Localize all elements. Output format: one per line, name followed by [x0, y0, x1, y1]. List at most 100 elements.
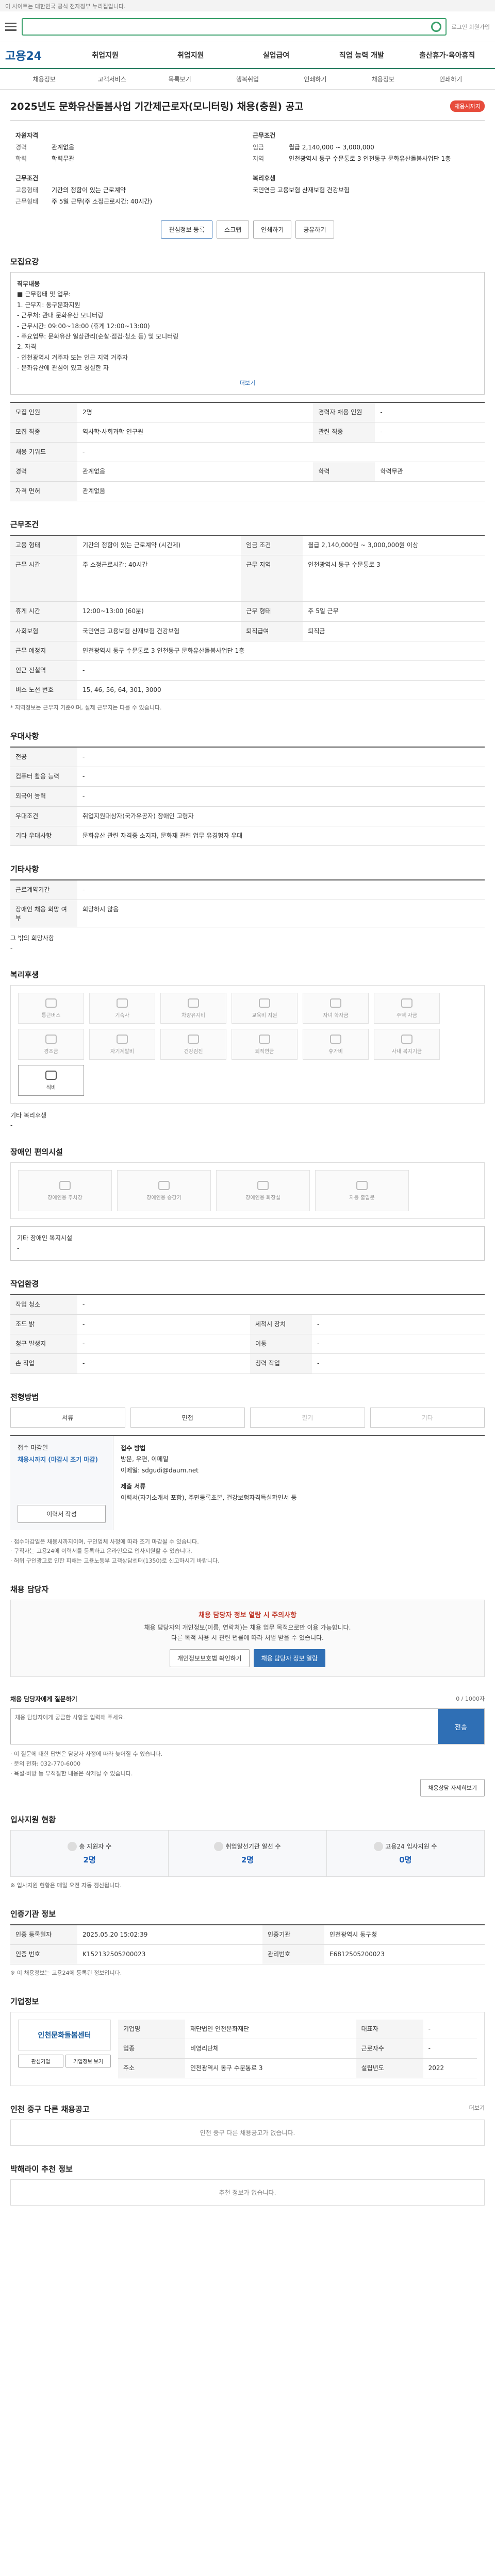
- section-title: 전형방법: [10, 1392, 39, 1402]
- section-disability: 장애인 편의시설 장애인용 주차장 장애인용 승강기 장애인용 화장실 자동 출…: [10, 1146, 485, 1261]
- table-row: 경력 관계없음 학력 학력무관: [10, 462, 485, 482]
- sub-nav-item[interactable]: 인쇄하기: [282, 75, 349, 83]
- summary-key: 학력: [15, 155, 27, 162]
- row-value: 퇴직금: [303, 621, 485, 641]
- facility-label: 장애인용 승강기: [146, 1195, 182, 1201]
- more-link[interactable]: 더보기: [469, 2104, 485, 2120]
- welfare-item: 주택 자금: [374, 993, 440, 1024]
- section-question: 채용 담당자에게 질문하기 0 / 1000자 전송 · 이 질문에 대한 답변…: [10, 1694, 485, 1797]
- row-value: -: [77, 1334, 250, 1354]
- row-key: 장애인 채용 희망 여부: [10, 900, 77, 928]
- table-row: 모집 인원 2명 경력자 채용 인원 -: [10, 402, 485, 423]
- parking-icon: [59, 1180, 71, 1190]
- pension-icon: [259, 1034, 270, 1044]
- row-value: 희망하지 않음: [77, 900, 485, 928]
- search-input[interactable]: [27, 23, 431, 30]
- row-key: 버스 노선 번호: [10, 680, 77, 701]
- table-row: 업종 비영리단체 근로자수 -: [118, 2039, 477, 2059]
- row-value: 주 5일 근무: [303, 601, 485, 622]
- nav-item[interactable]: 실업급여: [234, 50, 319, 60]
- tab-document[interactable]: 서류: [10, 1407, 125, 1428]
- menu-icon[interactable]: [5, 22, 16, 31]
- view-contact-button[interactable]: 채용 담당자 정보 열람: [253, 1649, 326, 1668]
- sub-nav-item[interactable]: 목록보기: [146, 75, 213, 83]
- nav-item[interactable]: 취업지원: [62, 50, 148, 60]
- table-row: 기업명 재단법인 인천문화재단 대표자 -: [118, 2019, 477, 2039]
- welfare-label: 사내 복지기금: [391, 1048, 422, 1055]
- etc-note: -: [10, 944, 13, 952]
- sub-nav-item[interactable]: 인쇄하기: [417, 75, 485, 83]
- sub-nav-item[interactable]: 채용정보: [349, 75, 417, 83]
- interest-button[interactable]: 관심정보 등록: [161, 221, 213, 239]
- company-info-button[interactable]: 기업정보 보기: [65, 2054, 111, 2067]
- row-value: 2025.05.20 15:02:39: [77, 1924, 262, 1945]
- privacy-law-button[interactable]: 개인정보보호법 확인하기: [169, 1649, 250, 1668]
- nav-item[interactable]: 직업 능력 개발: [319, 50, 404, 60]
- row-key: 경력: [10, 462, 77, 482]
- row-value: -: [375, 402, 485, 423]
- row-value: -: [312, 1353, 485, 1374]
- summary-row: 지역 인천광역시 동구 수문통로 3 인천동구 문화유산돌봄사업단 1층: [253, 154, 480, 163]
- summary-left: 자원자격 경력 관계없음 학력 학력무관 근무조건 고용형태 기간의 정함이 있는 근…: [10, 127, 248, 208]
- search-icon[interactable]: [431, 21, 441, 32]
- sub-nav-item[interactable]: 채용정보: [10, 75, 78, 83]
- welfare-etc-title: 기타 복리후생: [10, 1112, 47, 1120]
- site-logo[interactable]: 고용24: [5, 47, 42, 63]
- scrap-button[interactable]: 스크랩: [217, 221, 250, 239]
- more-link[interactable]: 더보기: [240, 380, 255, 386]
- facility-item: 장애인용 주차장: [18, 1170, 112, 1212]
- row-key: 작업 청소: [10, 1294, 77, 1315]
- desc-line: ■ 근무형태 및 업무:: [17, 291, 71, 298]
- nav-item[interactable]: 취업지원: [148, 50, 234, 60]
- table-row: 인증 등록일자 2025.05.20 15:02:39 인증기관 인천광역시 동구청: [10, 1924, 485, 1945]
- summary-row: 경력 관계없음: [15, 143, 242, 152]
- row-key: 인증 등록일자: [10, 1924, 77, 1945]
- summary-value: 기간의 정함이 있는 근로계약: [52, 187, 126, 194]
- print-button[interactable]: 인쇄하기: [253, 221, 292, 239]
- table-row: 전공 -: [10, 747, 485, 768]
- section-title: 우대사항: [10, 731, 39, 741]
- main-nav: 고용24 취업지원 취업지원 실업급여 직업 능력 개발 출산휴가·육아휴직: [0, 42, 495, 69]
- row-value: -: [312, 1314, 485, 1335]
- welfare-label: 건강검진: [184, 1048, 203, 1055]
- welfare-label: 식비: [46, 1084, 56, 1091]
- summary-key: 근무형태: [15, 198, 39, 205]
- note-line: · 허위 구인광고로 인한 피해는 고용노동부 고객상담센터(1350)로 신고…: [10, 1557, 220, 1564]
- welfare-label: 교육비 지원: [252, 1012, 277, 1019]
- favorite-company-button[interactable]: 관심기업: [18, 2054, 63, 2067]
- applicant-cards: 총 지원자 수 2명 취업알선기관 알선 수 2명 고용24 입사지원 수 0명: [10, 1829, 485, 1877]
- resume-button[interactable]: 이력서 작성: [18, 1504, 106, 1523]
- conditions-note: * 지역정보는 근무지 기준이며, 실제 근무지는 다를 수 있습니다.: [10, 704, 162, 711]
- table-row: 주소 인천광역시 동구 수문통로 3 설립년도 2022: [118, 2058, 477, 2079]
- company-logo-box: 인천문화돌봄센터 관심기업 기업정보 보기: [18, 2019, 111, 2079]
- row-key: 고용 형태: [10, 535, 77, 556]
- elevator-icon: [158, 1180, 170, 1190]
- disability-etc-title: 기타 장애인 복지시설: [17, 1234, 72, 1242]
- facility-label: 장애인용 주차장: [47, 1195, 82, 1201]
- question-input[interactable]: [11, 1709, 438, 1744]
- row-key: 근무 시간: [10, 555, 77, 602]
- submit-question-button[interactable]: 전송: [438, 1709, 484, 1744]
- summary-key: 경력: [15, 144, 27, 151]
- sub-nav-item[interactable]: 고객서비스: [78, 75, 145, 83]
- tab-written[interactable]: 필기: [250, 1407, 365, 1428]
- tab-interview[interactable]: 면접: [130, 1407, 245, 1428]
- table-row: 작업 청소 -: [10, 1294, 485, 1315]
- welfare-item: 차량유지비: [160, 993, 226, 1024]
- section-title: 장애인 편의시설: [10, 1147, 63, 1157]
- consult-link[interactable]: 채용상담 자세히보기: [420, 1778, 485, 1797]
- restroom-icon: [257, 1180, 269, 1190]
- table-row: 손 작업 - 청력 작업 -: [10, 1353, 485, 1374]
- row-key: 이동: [250, 1334, 312, 1354]
- tab-other[interactable]: 기타: [370, 1407, 485, 1428]
- share-button[interactable]: 공유하기: [295, 221, 334, 239]
- sub-nav-item[interactable]: 행복취업: [213, 75, 281, 83]
- company-buttons: 관심기업 기업정보 보기: [18, 2054, 111, 2067]
- desc-line: - 근무처: 관내 문화유산 모니터링: [17, 312, 104, 319]
- row-key: 퇴직급여: [241, 621, 303, 641]
- nav-item[interactable]: 출산휴가·육아휴직: [404, 50, 490, 60]
- header-links[interactable]: 로그인 회원가입: [452, 23, 490, 31]
- table-row: 인증 번호 K152132505200023 관리번호 E6812505200023: [10, 1944, 485, 1965]
- desc-line: 1. 근무지: 동구문화지원: [17, 301, 80, 309]
- row-value: 문화유산 관련 자격증 소지자, 문화재 관련 업무 유경험자 우대: [77, 826, 485, 846]
